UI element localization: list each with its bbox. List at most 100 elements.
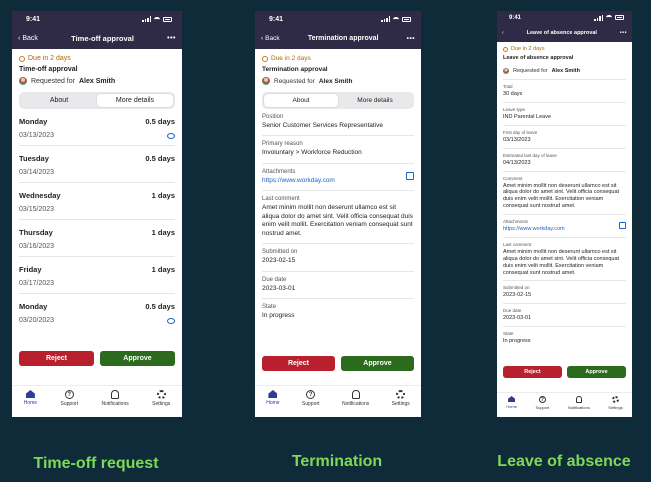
field-label: Due date: [262, 276, 287, 283]
requested-for-label: Requested for: [513, 68, 548, 74]
day-name: Tuesday: [19, 154, 49, 163]
field-label: Primary reason: [262, 141, 303, 148]
position-field: Position Senior Customer Services Repres…: [262, 109, 414, 137]
day-name: Monday: [19, 117, 48, 126]
caption-timeoff: Time-off request: [33, 455, 159, 472]
attachments-field: Attachments https://www.workday.com: [262, 164, 414, 192]
tab-home[interactable]: Home: [506, 396, 517, 417]
list-item[interactable]: Friday 03/17/2023 1 days: [19, 257, 175, 294]
due-indicator: Due in 2 days: [19, 55, 175, 62]
tab-settings[interactable]: Settings: [152, 390, 170, 417]
requester-name: Alex Smith: [78, 77, 116, 85]
back-label: Back: [265, 34, 280, 42]
tab-about[interactable]: About: [21, 94, 97, 107]
attachment-link[interactable]: https://www.workday.com: [503, 226, 565, 233]
help-icon: ?: [64, 390, 74, 399]
nav-bar: ‹ Leave of absence approval •••: [497, 24, 632, 42]
home-icon: [25, 390, 35, 398]
external-link-icon[interactable]: [406, 171, 414, 180]
tab-label: Home: [23, 400, 38, 406]
field-value: 2023-03-01: [262, 284, 296, 292]
tab-about[interactable]: About: [264, 94, 338, 107]
requester-name: Alex Smith: [551, 68, 580, 74]
tab-support[interactable]: ? Support: [60, 390, 79, 417]
list-item[interactable]: Thursday 03/16/2023 1 days: [19, 220, 175, 257]
request-title: Time-off approval: [19, 66, 78, 73]
comment-icon[interactable]: [167, 318, 175, 324]
reject-button[interactable]: Reject: [262, 356, 335, 371]
segmented-control: About More details: [19, 92, 175, 109]
day-date: 03/16/2023: [19, 243, 55, 250]
list-item[interactable]: Monday 03/13/2023 0.5 days: [19, 109, 175, 146]
back-button[interactable]: ‹ Back: [261, 35, 280, 42]
field-value: In progress: [262, 311, 295, 319]
tab-more-details[interactable]: More details: [338, 94, 412, 107]
approve-button[interactable]: Approve: [341, 356, 414, 371]
attachment-link[interactable]: https://www.workday.com: [262, 177, 335, 185]
field-value: 2023-02-15: [503, 292, 532, 299]
reject-button[interactable]: Reject: [503, 366, 562, 378]
approve-button[interactable]: Approve: [100, 351, 175, 366]
submitted-field: Submitted on 2023-02-15: [503, 281, 626, 305]
tab-settings[interactable]: Settings: [608, 396, 623, 417]
status-icons: [381, 16, 411, 22]
due-date-field: Due date 2023-03-01: [262, 272, 414, 299]
reject-button[interactable]: Reject: [19, 351, 94, 366]
field-label: State: [262, 303, 277, 310]
field-value: 03/13/2023: [503, 136, 531, 143]
status-icons: [142, 16, 172, 22]
list-item[interactable]: Monday 03/20/2023 0.5 days: [19, 294, 175, 330]
field-value: In progress: [503, 338, 531, 345]
tab-home[interactable]: Home: [24, 390, 37, 417]
battery-icon: [615, 15, 624, 20]
tab-home[interactable]: Home: [266, 390, 280, 417]
field-value: IND Parental Leave: [503, 113, 551, 120]
tab-label: Support: [60, 401, 79, 407]
approve-button[interactable]: Approve: [567, 366, 626, 378]
day-amount: 1 days: [151, 228, 175, 237]
tab-more-details[interactable]: More details: [97, 94, 173, 107]
more-menu-icon[interactable]: •••: [167, 35, 176, 42]
field-label: Position: [262, 114, 284, 120]
tab-label: Notifications: [341, 401, 370, 407]
tab-support[interactable]: ? Support: [302, 390, 320, 417]
list-item[interactable]: Wednesday 03/15/2023 1 days: [19, 183, 175, 220]
caption-termination: Termination: [291, 453, 383, 470]
day-date: 03/20/2023: [19, 317, 55, 324]
clock-icon: [19, 55, 25, 62]
list-item[interactable]: Tuesday 03/14/2023 0.5 days: [19, 146, 175, 183]
more-menu-icon[interactable]: •••: [407, 35, 415, 42]
day-name: Friday: [19, 265, 42, 274]
request-title: Termination approval: [262, 66, 328, 73]
tab-label: Support: [535, 405, 550, 410]
chevron-left-icon: ‹: [502, 30, 504, 36]
back-button[interactable]: ‹: [502, 30, 504, 36]
due-indicator: Due in 2 days: [262, 55, 414, 62]
status-time: 9:41: [509, 14, 522, 21]
back-button[interactable]: ‹ Back: [18, 35, 38, 42]
status-icons: [594, 14, 624, 21]
clock-icon: [262, 55, 268, 62]
last-day-field: Estimated last day of leave 04/13/2023: [503, 149, 626, 172]
more-menu-icon[interactable]: •••: [620, 30, 627, 36]
external-link-icon[interactable]: [619, 222, 626, 229]
help-icon: ?: [306, 390, 316, 399]
field-value: Amet minim mollit non deserunt ullamco e…: [503, 182, 620, 210]
field-value: 2023-02-15: [262, 257, 296, 265]
comment-icon[interactable]: [167, 133, 175, 139]
nav-bar: ‹ Back Time-off approval •••: [12, 27, 182, 49]
tab-settings[interactable]: Settings: [392, 390, 410, 417]
tab-notifications[interactable]: Notifications: [342, 390, 369, 417]
tab-support[interactable]: ? Support: [535, 396, 549, 417]
bell-icon: [111, 390, 120, 399]
field-label: Comment: [503, 175, 523, 181]
last-comment-field: Last comment Amet minim mollit non deser…: [503, 238, 626, 282]
tab-notifications[interactable]: Notifications: [568, 396, 590, 417]
nav-title: Leave of absence approval: [526, 30, 597, 36]
reason-field: Primary reason Involuntary > Workforce R…: [262, 136, 414, 164]
day-amount: 0.5 days: [145, 302, 175, 311]
field-label: Submitted on: [262, 249, 298, 256]
tab-notifications[interactable]: Notifications: [101, 390, 129, 417]
field-label: First day of leave: [503, 129, 538, 135]
field-label: Total: [503, 84, 513, 89]
